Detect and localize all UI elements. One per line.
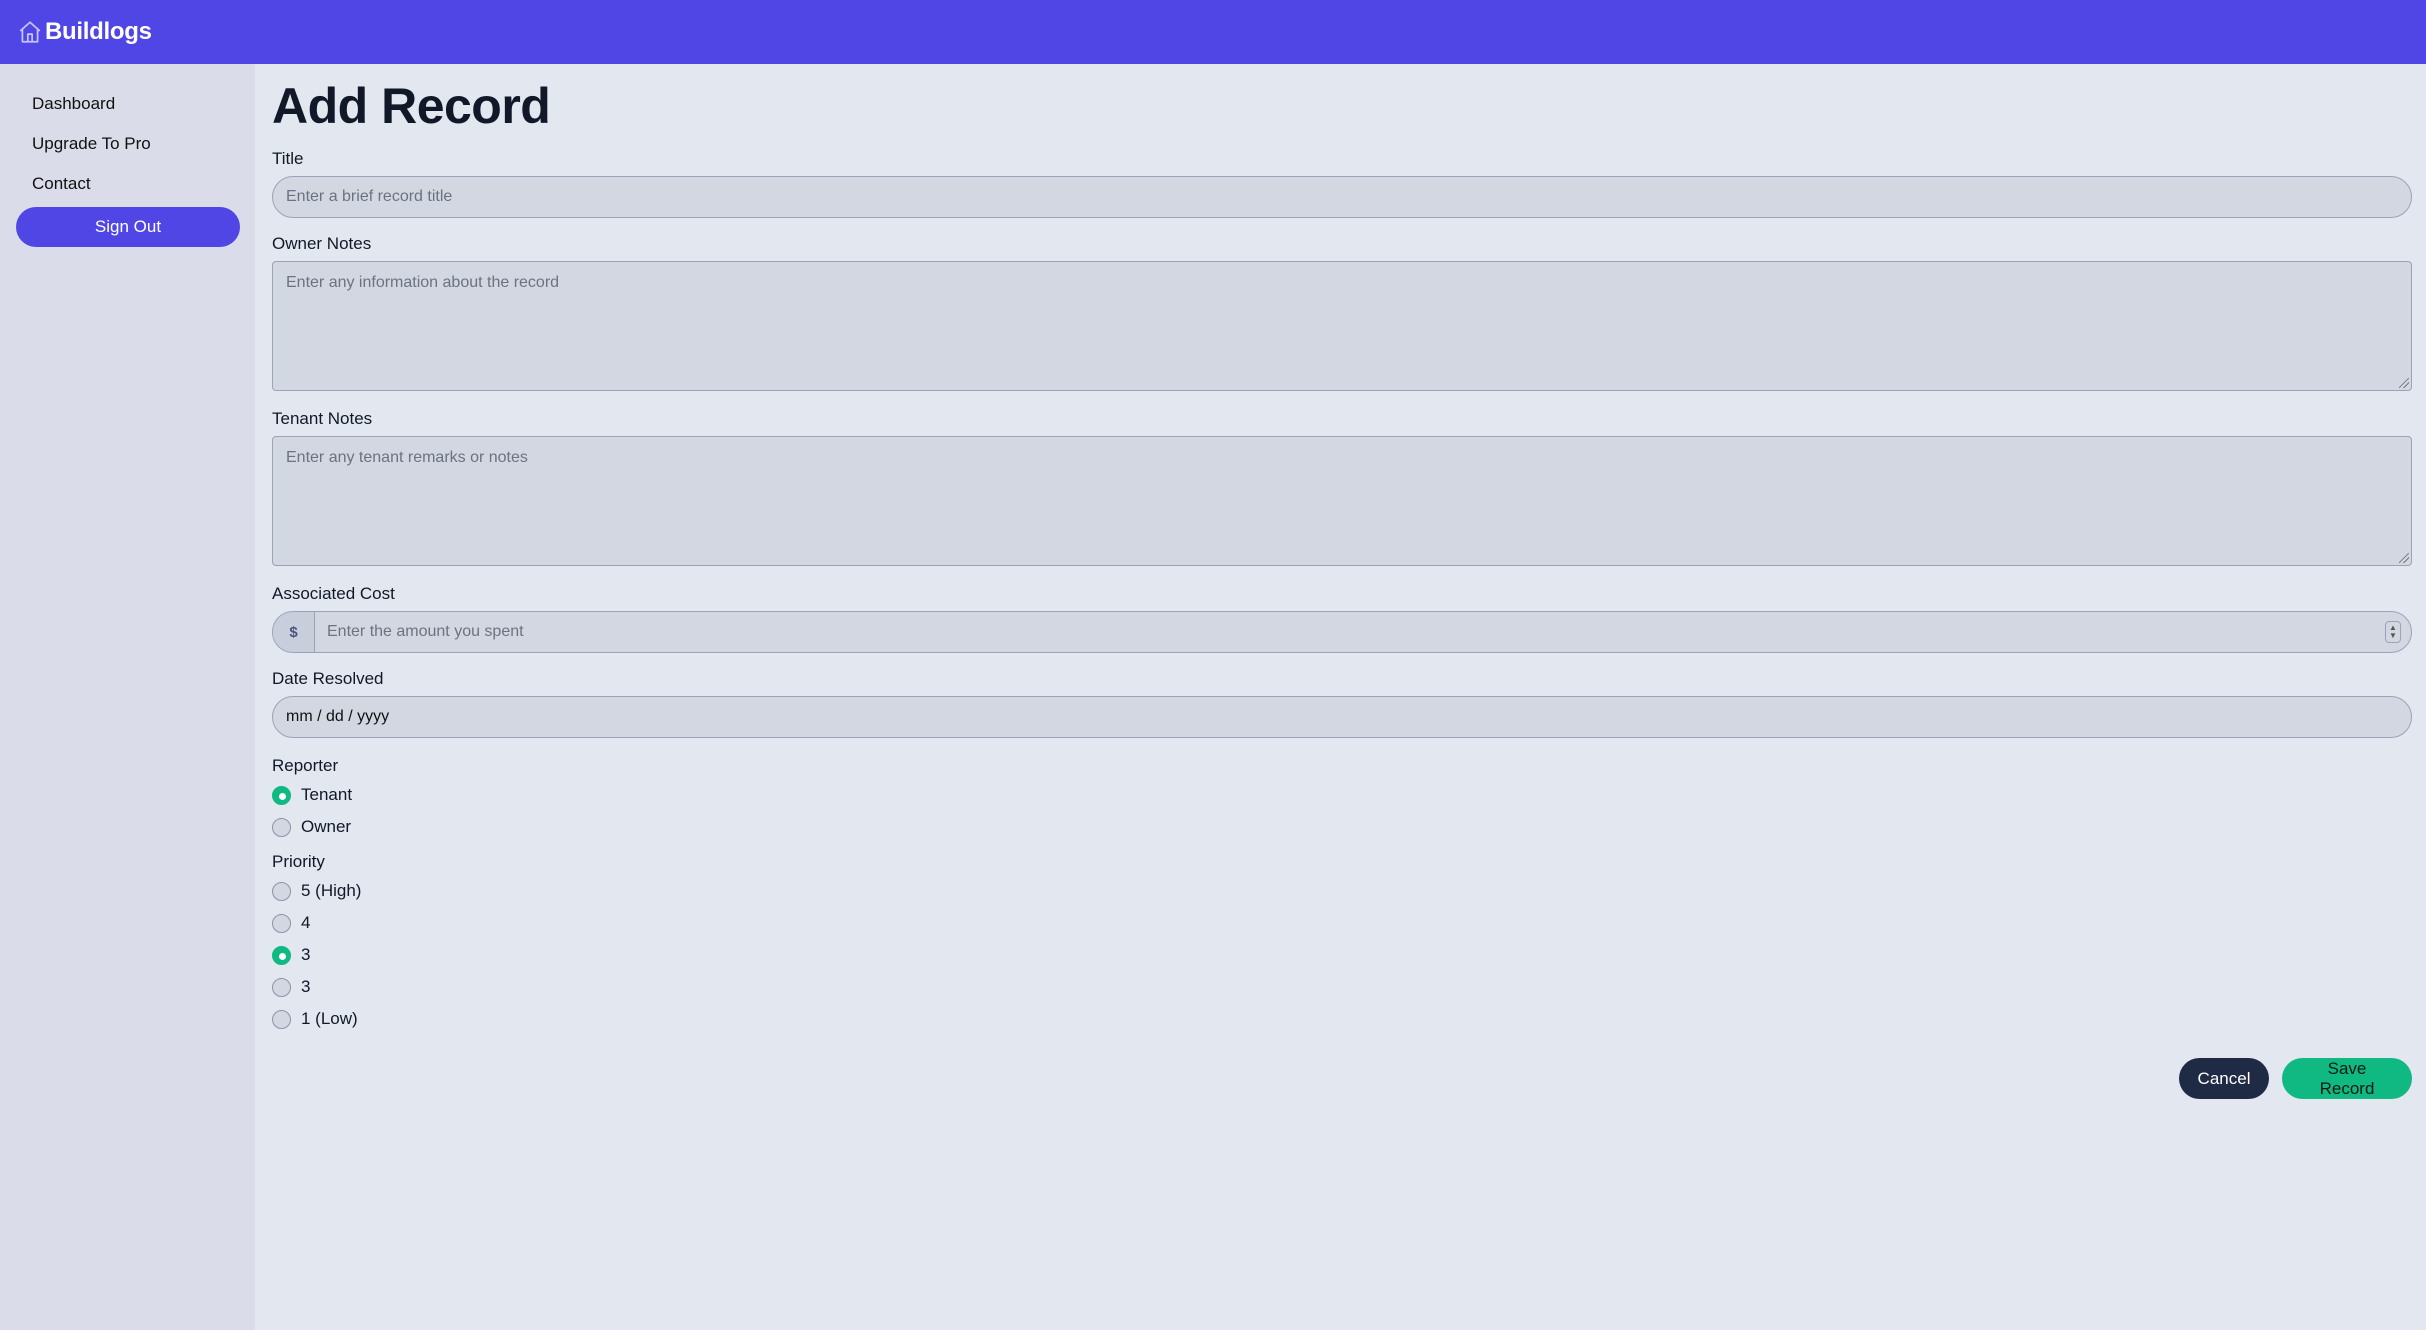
radio-label: Owner bbox=[301, 817, 352, 836]
tenant-notes-label: Tenant Notes bbox=[272, 409, 373, 428]
cost-input[interactable]: Enter the amount you spent bbox=[315, 623, 2385, 641]
radio-label: 5 (High) bbox=[301, 881, 362, 900]
page-title: Add Record bbox=[272, 78, 551, 134]
save-record-button[interactable]: Save Record bbox=[2282, 1058, 2412, 1099]
form-actions: Cancel Save Record bbox=[2179, 1058, 2412, 1099]
priority-option-1[interactable]: 1 (Low) bbox=[272, 1003, 2412, 1035]
radio-label: Tenant bbox=[301, 785, 353, 804]
tenant-notes-textarea[interactable]: Enter any tenant remarks or notes bbox=[272, 436, 2412, 566]
cost-input-group[interactable]: $ Enter the amount you spent ▲ ▼ bbox=[272, 611, 2412, 653]
reporter-option-tenant[interactable]: Tenant bbox=[272, 779, 2412, 811]
cost-label: Associated Cost bbox=[272, 584, 395, 603]
sidebar-item-contact[interactable]: Contact bbox=[32, 167, 255, 207]
app-name: Buildlogs bbox=[45, 18, 152, 45]
sign-out-button[interactable]: Sign Out bbox=[16, 207, 240, 247]
reporter-option-owner[interactable]: Owner bbox=[272, 811, 2412, 843]
radio-owner[interactable] bbox=[272, 817, 291, 837]
house-icon bbox=[19, 21, 41, 43]
priority-option-4[interactable]: 4 bbox=[272, 907, 2412, 939]
sidebar: Dashboard Upgrade To Pro Contact Sign Ou… bbox=[0, 64, 255, 1330]
priority-option-5[interactable]: 5 (High) bbox=[272, 875, 2412, 907]
resize-grip-icon[interactable] bbox=[2399, 378, 2409, 388]
priority-label: Priority bbox=[272, 852, 325, 871]
radio-priority-5[interactable] bbox=[272, 881, 291, 901]
radio-label: 3 bbox=[301, 977, 311, 996]
date-label: Date Resolved bbox=[272, 669, 384, 688]
priority-option-3b[interactable]: 3 bbox=[272, 971, 2412, 1003]
radio-label: 1 (Low) bbox=[301, 1009, 358, 1028]
reporter-label: Reporter bbox=[272, 756, 339, 775]
radio-priority-4[interactable] bbox=[272, 913, 291, 933]
top-bar: Buildlogs bbox=[0, 0, 2426, 64]
cancel-button[interactable]: Cancel bbox=[2179, 1058, 2269, 1099]
owner-notes-textarea[interactable]: Enter any information about the record bbox=[272, 261, 2412, 391]
sidebar-item-dashboard[interactable]: Dashboard bbox=[32, 87, 255, 127]
radio-priority-3a[interactable] bbox=[272, 945, 291, 965]
owner-notes-label: Owner Notes bbox=[272, 234, 372, 253]
radio-priority-1[interactable] bbox=[272, 1009, 291, 1029]
brand-logo[interactable]: Buildlogs bbox=[17, 18, 152, 46]
number-spinner-icon[interactable]: ▲ ▼ bbox=[2385, 621, 2401, 643]
radio-priority-3b[interactable] bbox=[272, 977, 291, 997]
radio-tenant[interactable] bbox=[272, 785, 291, 805]
sidebar-item-upgrade[interactable]: Upgrade To Pro bbox=[32, 127, 255, 167]
resize-grip-icon[interactable] bbox=[2399, 553, 2409, 563]
title-label: Title bbox=[272, 149, 304, 168]
radio-label: 3 bbox=[301, 945, 311, 964]
tenant-notes-placeholder: Enter any tenant remarks or notes bbox=[286, 449, 528, 466]
date-input[interactable]: mm / dd / yyyy bbox=[272, 696, 2412, 738]
owner-notes-placeholder: Enter any information about the record bbox=[286, 274, 560, 291]
main-content: Add Record Title Enter a brief record ti… bbox=[272, 64, 2412, 1099]
radio-label: 4 bbox=[301, 913, 311, 932]
title-input[interactable]: Enter a brief record title bbox=[272, 176, 2412, 218]
priority-option-3a[interactable]: 3 bbox=[272, 939, 2412, 971]
currency-prefix: $ bbox=[273, 612, 315, 652]
